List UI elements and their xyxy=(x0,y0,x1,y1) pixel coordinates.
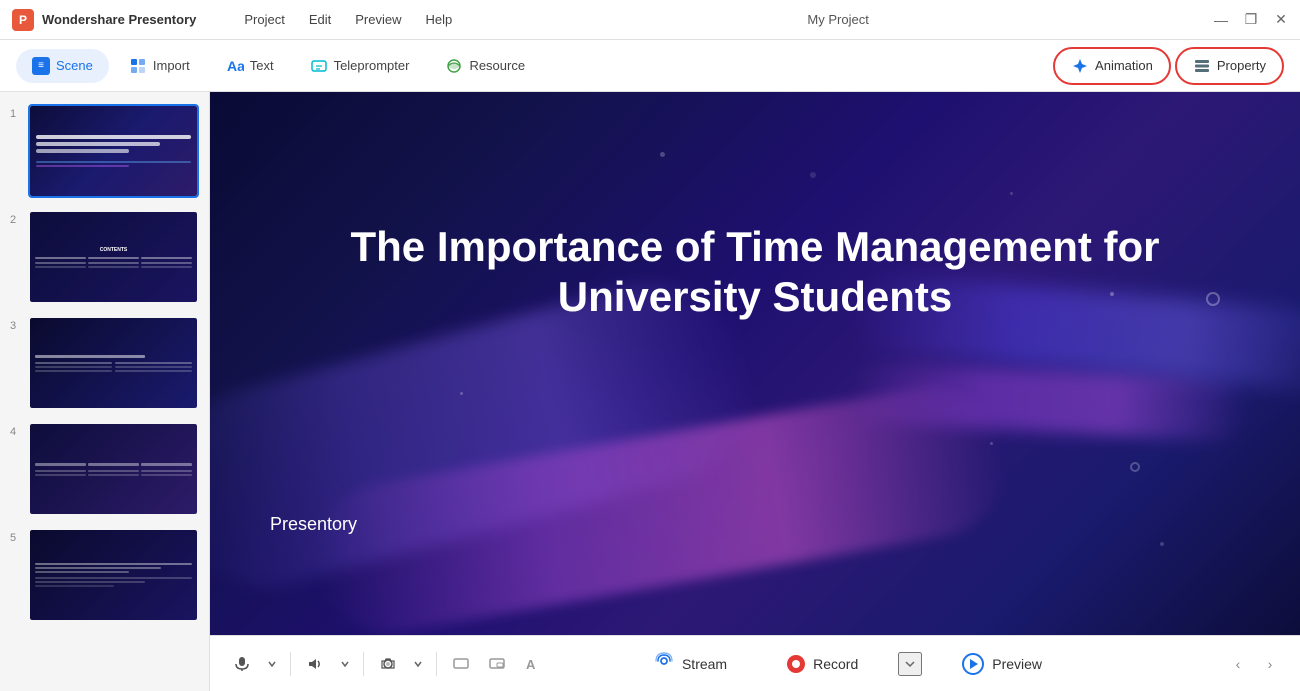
slide-preview: The Importance of Time Management for Un… xyxy=(210,92,1300,635)
slide-item-5[interactable]: 5 xyxy=(4,524,205,626)
screen-share-button[interactable] xyxy=(445,648,477,680)
slide-thumb-5[interactable] xyxy=(28,528,199,622)
svg-text:A: A xyxy=(526,657,536,672)
toolbar: ≡ Scene Import Aa Text Telepromp xyxy=(0,40,1300,92)
slide-thumb-4[interactable] xyxy=(28,422,199,516)
menu-project[interactable]: Project xyxy=(234,8,294,31)
particle xyxy=(660,152,665,157)
menu-bar: Project Edit Preview Help xyxy=(234,8,462,31)
preview-label: Preview xyxy=(992,656,1042,672)
camera-button[interactable] xyxy=(372,648,404,680)
preview-icon xyxy=(962,653,984,675)
particle xyxy=(1010,192,1013,195)
scene-button[interactable]: ≡ Scene xyxy=(16,49,109,83)
property-icon xyxy=(1193,57,1211,75)
slide-item-4[interactable]: 4 xyxy=(4,418,205,520)
title-bar: P Wondershare Presentory Project Edit Pr… xyxy=(0,0,1300,40)
slide-item-3[interactable]: 3 xyxy=(4,312,205,414)
stream-label: Stream xyxy=(682,656,727,672)
slide-number-2: 2 xyxy=(10,210,22,226)
teleprompter-icon xyxy=(310,57,328,75)
minimize-button[interactable]: — xyxy=(1214,13,1228,27)
scene-icon: ≡ xyxy=(32,57,50,75)
particle xyxy=(810,172,816,178)
menu-edit[interactable]: Edit xyxy=(299,8,341,31)
mic-dropdown-button[interactable] xyxy=(262,648,282,680)
maximize-button[interactable]: ❐ xyxy=(1244,13,1258,27)
resource-icon xyxy=(445,57,463,75)
slide-number-3: 3 xyxy=(10,316,22,332)
animation-icon xyxy=(1071,57,1089,75)
slide-number-1: 1 xyxy=(10,104,22,120)
next-slide-button[interactable]: › xyxy=(1256,650,1284,678)
mic-button[interactable] xyxy=(226,648,258,680)
import-icon xyxy=(129,57,147,75)
camera-dropdown-button[interactable] xyxy=(408,648,428,680)
resource-button[interactable]: Resource xyxy=(429,49,541,83)
app-logo: P xyxy=(12,9,34,31)
slide-thumb-2[interactable]: CONTENTS xyxy=(28,210,199,304)
slide-number-5: 5 xyxy=(10,528,22,544)
import-button[interactable]: Import xyxy=(113,49,206,83)
slide-subtitle: Presentory xyxy=(270,514,357,535)
separator-3 xyxy=(436,652,437,676)
moon-shape xyxy=(1130,462,1140,472)
window-controls: — ❐ ✕ xyxy=(1214,13,1288,27)
bottom-main-controls: Stream Record Preview xyxy=(634,643,1062,684)
preview-play-button[interactable]: Preview xyxy=(942,645,1062,683)
stream-button[interactable]: Stream xyxy=(634,643,747,684)
slide-main-title: The Importance of Time Management for Un… xyxy=(270,222,1240,323)
record-icon xyxy=(787,655,805,673)
slide-item-1[interactable]: 1 xyxy=(4,100,205,202)
title-bar-left: P Wondershare Presentory Project Edit Pr… xyxy=(12,8,462,31)
stream-icon xyxy=(654,651,674,676)
menu-preview[interactable]: Preview xyxy=(345,8,411,31)
preview-area: The Importance of Time Management for Un… xyxy=(210,92,1300,691)
slide-panel[interactable]: 1 2 CONTENTS xyxy=(0,92,210,691)
record-button[interactable]: Record xyxy=(767,647,878,681)
particle xyxy=(990,442,993,445)
screen-pip-button[interactable] xyxy=(481,648,513,680)
speaker-button[interactable] xyxy=(299,648,331,680)
close-button[interactable]: ✕ xyxy=(1274,13,1288,27)
app-name: Wondershare Presentory xyxy=(42,12,196,27)
slide-canvas: The Importance of Time Management for Un… xyxy=(210,92,1300,635)
text-button[interactable]: Aa Text xyxy=(210,49,290,83)
slide-thumb-1[interactable] xyxy=(28,104,199,198)
property-button[interactable]: Property xyxy=(1175,47,1284,85)
menu-help[interactable]: Help xyxy=(416,8,463,31)
bottom-bar: A Strea xyxy=(210,635,1300,691)
separator-1 xyxy=(290,652,291,676)
slide-thumb-3[interactable] xyxy=(28,316,199,410)
record-label: Record xyxy=(813,656,858,672)
particle xyxy=(1160,542,1164,546)
nav-arrows: ‹ › xyxy=(1224,650,1284,678)
particle xyxy=(460,392,463,395)
svg-text:Aa: Aa xyxy=(227,58,244,74)
speaker-dropdown-button[interactable] xyxy=(335,648,355,680)
text-overlay-button[interactable]: A xyxy=(517,648,549,680)
bottom-left-controls: A xyxy=(226,648,549,680)
animation-button[interactable]: Animation xyxy=(1053,47,1171,85)
text-icon: Aa xyxy=(226,57,244,75)
separator-2 xyxy=(363,652,364,676)
window-title: My Project xyxy=(807,12,868,27)
slide-item-2[interactable]: 2 CONTENTS xyxy=(4,206,205,308)
prev-slide-button[interactable]: ‹ xyxy=(1224,650,1252,678)
slide-number-4: 4 xyxy=(10,422,22,438)
record-dropdown-button[interactable] xyxy=(898,652,922,676)
main-area: 1 2 CONTENTS xyxy=(0,92,1300,691)
teleprompter-button[interactable]: Teleprompter xyxy=(294,49,426,83)
